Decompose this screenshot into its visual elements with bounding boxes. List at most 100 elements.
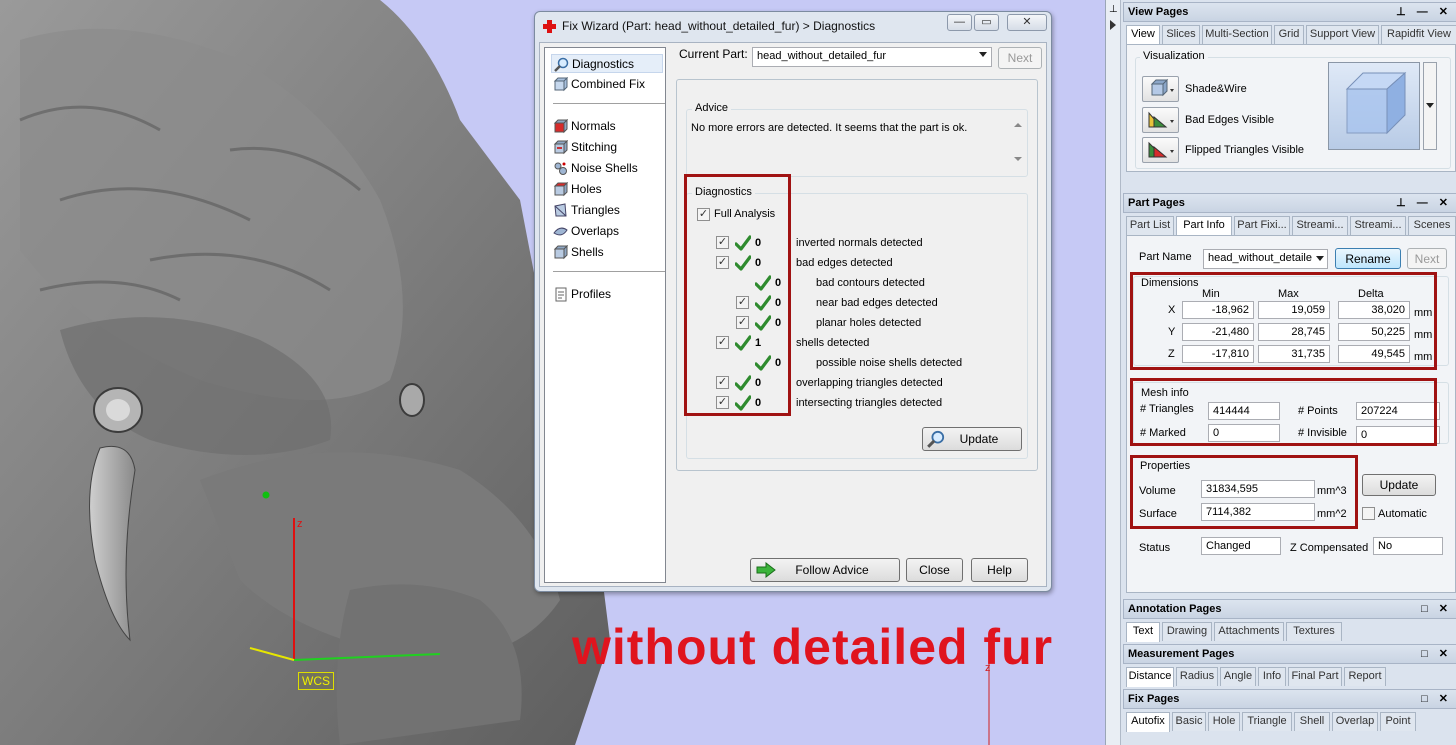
axis-z-label: z xyxy=(297,518,303,530)
tab-slices[interactable]: Slices xyxy=(1162,25,1200,44)
view-cube-dropdown[interactable] xyxy=(1423,62,1437,150)
tab-autofix[interactable]: Autofix xyxy=(1126,712,1170,732)
update-label: Update xyxy=(959,432,999,446)
diagnostic-label: intersecting triangles detected xyxy=(796,397,943,409)
tab-drawing[interactable]: Drawing xyxy=(1162,622,1212,641)
tab-attachments[interactable]: Attachments xyxy=(1214,622,1284,641)
tab-hole[interactable]: Hole xyxy=(1208,712,1240,731)
nav-label: Holes xyxy=(571,182,602,196)
tab-support-view[interactable]: Support View xyxy=(1306,25,1379,44)
tab-part-info[interactable]: Part Info xyxy=(1176,216,1232,236)
nav-item-stitching[interactable]: Stitching xyxy=(551,138,663,157)
wcs-label: WCS xyxy=(298,672,334,690)
scroll-up-icon[interactable] xyxy=(1014,123,1022,127)
nav-label: Normals xyxy=(571,119,616,133)
dialog-titlebar[interactable]: Fix Wizard (Part: head_without_detailed_… xyxy=(535,12,1051,38)
nav-label: Triangles xyxy=(571,203,620,217)
tab-multi-section[interactable]: Multi-Section xyxy=(1202,25,1272,44)
diagnostic-label: overlapping triangles detected xyxy=(796,377,943,389)
tab-view[interactable]: View xyxy=(1126,25,1160,45)
restore-button[interactable]: ▭ xyxy=(974,14,999,31)
cube-icon xyxy=(553,77,568,92)
tab-point[interactable]: Point xyxy=(1380,712,1416,731)
panel-controls[interactable]: ⊥ — ✕ xyxy=(1396,3,1452,21)
tab-angle[interactable]: Angle xyxy=(1220,667,1256,686)
nav-item-overlaps[interactable]: Overlaps xyxy=(551,222,663,241)
advice-group: Advice No more errors are detected. It s… xyxy=(686,102,1028,177)
wizard-nav-list: Diagnostics Combined Fix Normals Stitchi… xyxy=(544,47,666,583)
next-button[interactable]: Next xyxy=(998,47,1042,69)
tab-info[interactable]: Info xyxy=(1258,667,1286,686)
view-cube-preview[interactable] xyxy=(1328,62,1420,150)
view-cube-icon xyxy=(1345,71,1407,135)
tab-distance[interactable]: Distance xyxy=(1126,667,1174,687)
fix-pages-header[interactable]: Fix Pages □ ✕ xyxy=(1123,689,1456,709)
bad-edges-icon xyxy=(1148,111,1174,128)
bad-edges-visible-button[interactable] xyxy=(1142,107,1179,133)
overlay-caption: without detailed fur xyxy=(572,619,1054,675)
tab-final-part[interactable]: Final Part xyxy=(1288,667,1342,686)
tab-overlap[interactable]: Overlap xyxy=(1332,712,1378,731)
nav-divider xyxy=(553,271,665,272)
triangles-icon xyxy=(554,203,567,217)
properties-update-button[interactable]: Update xyxy=(1362,474,1436,496)
nav-item-noise-shells[interactable]: Noise Shells xyxy=(551,159,663,178)
tab-grid[interactable]: Grid xyxy=(1274,25,1304,44)
nav-label: Noise Shells xyxy=(571,161,638,175)
part-name-dropdown[interactable]: head_without_detaile xyxy=(1203,249,1328,269)
measurement-pages-header[interactable]: Measurement Pages □ ✕ xyxy=(1123,644,1456,664)
tab-textures[interactable]: Textures xyxy=(1286,622,1342,641)
part-next-button[interactable]: Next xyxy=(1407,248,1447,269)
dimensions-highlight-box xyxy=(1130,272,1437,370)
nav-item-diagnostics[interactable]: Diagnostics xyxy=(551,54,663,73)
diagnostic-label: shells detected xyxy=(796,337,870,349)
advice-scrollbar[interactable] xyxy=(1011,120,1025,164)
noise-shells-icon xyxy=(554,162,567,175)
annotation-pages-header[interactable]: Annotation Pages □ ✕ xyxy=(1123,599,1456,619)
pin-icon[interactable]: ⊥ xyxy=(1109,4,1118,15)
tab-triangle[interactable]: Triangle xyxy=(1242,712,1292,731)
part-name-label: Part Name xyxy=(1139,251,1192,263)
nav-item-holes[interactable]: Holes xyxy=(551,180,663,199)
update-button[interactable]: Update xyxy=(922,427,1022,451)
current-part-dropdown[interactable]: head_without_detailed_fur xyxy=(752,47,992,67)
tab-streaming-1[interactable]: Streami... xyxy=(1292,216,1348,235)
help-button[interactable]: Help xyxy=(971,558,1028,582)
shade-wire-button[interactable] xyxy=(1142,76,1179,102)
tab-shell[interactable]: Shell xyxy=(1294,712,1330,731)
nav-item-profiles[interactable]: Profiles xyxy=(551,285,663,304)
bad-edges-label: Bad Edges Visible xyxy=(1185,114,1275,126)
arrow-right-icon[interactable] xyxy=(1110,20,1116,30)
tab-rapidfit-view[interactable]: Rapidfit View xyxy=(1381,25,1456,44)
nav-item-combined-fix[interactable]: Combined Fix xyxy=(551,75,663,94)
tab-part-fixing[interactable]: Part Fixi... xyxy=(1234,216,1290,235)
panel-controls[interactable]: □ ✕ xyxy=(1421,645,1452,663)
tab-basic[interactable]: Basic xyxy=(1172,712,1206,731)
chevron-down-icon xyxy=(1426,103,1434,108)
tab-scenes[interactable]: Scenes xyxy=(1408,216,1456,235)
visualization-title: Visualization xyxy=(1140,50,1208,62)
tab-streaming-2[interactable]: Streami... xyxy=(1350,216,1406,235)
diagnostic-label: near bad edges detected xyxy=(816,297,938,309)
flipped-triangles-visible-button[interactable] xyxy=(1142,137,1179,163)
minimize-button[interactable]: — xyxy=(947,14,972,31)
view-pages-header[interactable]: View Pages ⊥ — ✕ xyxy=(1123,2,1456,22)
part-pages-header[interactable]: Part Pages ⊥ — ✕ xyxy=(1123,193,1456,213)
tab-radius[interactable]: Radius xyxy=(1176,667,1218,686)
tab-part-list[interactable]: Part List xyxy=(1126,216,1174,235)
tab-report[interactable]: Report xyxy=(1344,667,1386,686)
panel-controls[interactable]: □ ✕ xyxy=(1421,690,1452,708)
close-window-button[interactable]: ✕ xyxy=(1007,14,1047,31)
tab-text[interactable]: Text xyxy=(1126,622,1160,642)
panel-controls[interactable]: ⊥ — ✕ xyxy=(1396,194,1452,212)
nav-item-shells[interactable]: Shells xyxy=(551,243,663,262)
diagnostic-label: planar holes detected xyxy=(816,317,922,329)
follow-advice-button[interactable]: Follow Advice xyxy=(750,558,900,582)
nav-item-triangles[interactable]: Triangles xyxy=(551,201,663,220)
nav-item-normals[interactable]: Normals xyxy=(551,117,663,136)
automatic-checkbox[interactable] xyxy=(1362,507,1375,520)
panel-controls[interactable]: □ ✕ xyxy=(1421,600,1452,618)
close-button[interactable]: Close xyxy=(906,558,963,582)
scroll-down-icon[interactable] xyxy=(1014,157,1022,161)
rename-button[interactable]: Rename xyxy=(1335,248,1401,269)
